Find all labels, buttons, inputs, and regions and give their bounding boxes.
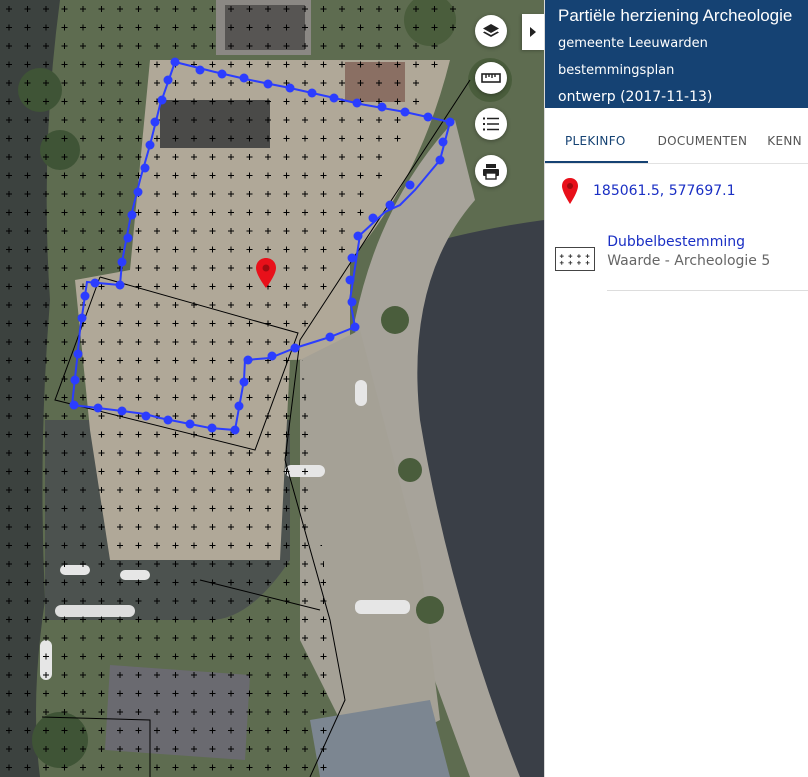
tab-documenten[interactable]: DOCUMENTEN — [648, 108, 758, 163]
collapse-panel-button[interactable] — [522, 14, 544, 50]
plan-status: ontwerp (2017-11-13) — [558, 89, 713, 105]
plan-header: Partiële herziening Archeologie gemeente… — [545, 0, 808, 108]
location-coordinates[interactable]: 185061.5, 577697.1 — [593, 183, 736, 199]
tab-kenmerken[interactable]: KENN — [757, 108, 808, 163]
ruler-icon — [481, 73, 501, 83]
layer-description: Waarde - Archeologie 5 — [607, 253, 771, 269]
layer-text: Dubbelbestemming Waarde - Archeologie 5 — [607, 233, 808, 291]
print-button[interactable] — [475, 155, 507, 187]
list-icon — [483, 117, 499, 131]
panel-tabs: PLEKINFO DOCUMENTEN KENN — [545, 108, 808, 164]
printer-icon — [483, 163, 499, 180]
map-view[interactable] — [0, 0, 544, 777]
layers-button[interactable] — [475, 15, 507, 47]
tab-plekinfo[interactable]: PLEKINFO — [545, 108, 648, 163]
layer-item: Dubbelbestemming Waarde - Archeologie 5 — [545, 218, 808, 291]
layers-icon — [483, 24, 499, 37]
layer-name-link[interactable]: Dubbelbestemming — [607, 233, 808, 251]
measure-button[interactable] — [475, 62, 507, 94]
plan-type: bestemmingsplan — [558, 63, 675, 78]
chevron-right-icon — [530, 27, 536, 37]
plan-title: Partiële herziening Archeologie — [558, 6, 793, 25]
legend-button[interactable] — [475, 108, 507, 140]
map-pin-icon — [562, 178, 578, 204]
location-marker-icon[interactable] — [255, 257, 277, 289]
info-panel: Partiële herziening Archeologie gemeente… — [544, 0, 808, 777]
aerial-photo — [0, 0, 544, 777]
location-row: 185061.5, 577697.1 — [545, 164, 808, 218]
crosshatch-legend-icon — [555, 247, 596, 271]
plan-municipality: gemeente Leeuwarden — [558, 36, 708, 51]
